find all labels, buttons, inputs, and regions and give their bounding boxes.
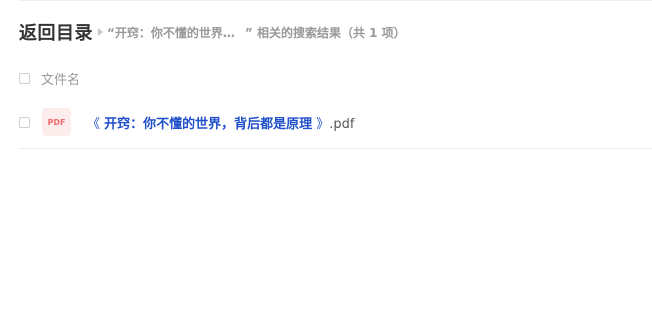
open-bracket: 《: [87, 116, 105, 132]
top-divider: [19, 0, 652, 1]
column-header-filename: 文件名: [41, 72, 81, 88]
close-bracket: 》: [312, 116, 330, 132]
results-header: 返回目录 “开窍：你不懂的世界… ” 相关的搜索结果（共 1 项）: [19, 20, 406, 44]
row-divider: [19, 148, 652, 149]
table-row: PDF 《 开窍：你不懂的世界，背后都是原理 》.pdf: [19, 108, 652, 136]
search-query-text: “开窍：你不懂的世界…: [107, 25, 235, 40]
search-results-page: 返回目录 “开窍：你不懂的世界… ” 相关的搜索结果（共 1 项） 文件名 PD…: [0, 0, 652, 321]
row-checkbox[interactable]: [19, 116, 30, 128]
results-count-text: ” 相关的搜索结果（共 1 项）: [244, 25, 406, 40]
file-title: 开窍：你不懂的世界，背后都是原理: [104, 116, 313, 132]
pdf-icon: PDF: [42, 108, 71, 136]
file-extension: .pdf: [329, 116, 355, 132]
triangle-right-icon: [98, 28, 103, 36]
back-to-catalog-link[interactable]: 返回目录: [19, 19, 93, 45]
select-all-checkbox[interactable]: [19, 72, 30, 84]
table-header-row: 文件名: [19, 66, 652, 90]
file-link[interactable]: 《 开窍：你不懂的世界，背后都是原理 》.pdf: [87, 113, 355, 132]
